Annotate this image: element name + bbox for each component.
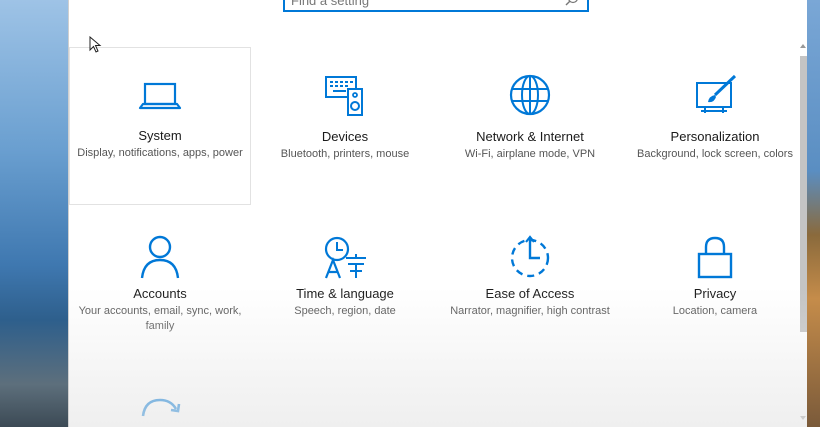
search-input[interactable]: [285, 0, 567, 10]
tile-name: Network & Internet: [476, 129, 584, 144]
scroll-up-arrow[interactable]: [800, 44, 806, 48]
lock-icon: [697, 236, 733, 279]
ease-of-access-icon: [510, 235, 550, 278]
laptop-icon: [138, 82, 182, 110]
tile-name: Devices: [321, 129, 369, 144]
tile-accounts[interactable]: Accounts Your accounts, email, sync, wor…: [69, 232, 251, 342]
tile-name: Privacy: [693, 286, 737, 301]
person-icon: [140, 235, 180, 279]
tile-description: Background, lock screen, colors: [637, 148, 793, 160]
globe-icon: [509, 74, 551, 116]
tile-system[interactable]: System Display, notifications, apps, pow…: [69, 47, 251, 205]
update-icon: [141, 398, 181, 417]
scrollbar-thumb[interactable]: [800, 56, 807, 332]
tile-name: Ease of Access: [485, 286, 575, 301]
devices-icon: [325, 76, 363, 116]
tile-ease-of-access[interactable]: Ease of Access Narrator, magnifier, high…: [439, 232, 621, 342]
desktop-background-right: [806, 0, 820, 427]
tile-description: Wi-Fi, airplane mode, VPN: [464, 148, 596, 160]
scroll-down-arrow[interactable]: [800, 416, 806, 420]
mouse-cursor-icon: [89, 36, 102, 53]
search-icon[interactable]: [565, 0, 579, 6]
settings-window: System Display, notifications, apps, pow…: [68, 0, 807, 427]
tile-name: Accounts: [133, 286, 187, 301]
search-box[interactable]: [283, 0, 589, 12]
tile-name: Time & language: [296, 286, 394, 301]
tile-personalization[interactable]: Personalization Background, lock screen,…: [624, 47, 806, 205]
tile-devices[interactable]: Devices Bluetooth, printers, mouse: [254, 47, 436, 205]
tile-name: System: [138, 128, 182, 143]
tile-description: Location, camera: [672, 305, 758, 317]
tile-description: Your accounts, email, sync, work, family: [78, 305, 242, 332]
tile-update-security[interactable]: [69, 392, 251, 427]
tile-description: Speech, region, date: [294, 305, 396, 317]
time-language-icon: [324, 236, 366, 279]
tile-network-internet[interactable]: Network & Internet Wi-Fi, airplane mode,…: [439, 47, 621, 205]
tile-description: Bluetooth, printers, mouse: [280, 148, 410, 160]
vertical-scrollbar[interactable]: [799, 44, 807, 420]
tile-name: Personalization: [670, 129, 760, 144]
tile-privacy[interactable]: Privacy Location, camera: [624, 232, 806, 342]
tile-description: Display, notifications, apps, power: [77, 147, 243, 159]
tile-description: Narrator, magnifier, high contrast: [450, 305, 610, 317]
tile-time-language[interactable]: Time & language Speech, region, date: [254, 232, 436, 342]
paint-icon: [696, 74, 737, 113]
